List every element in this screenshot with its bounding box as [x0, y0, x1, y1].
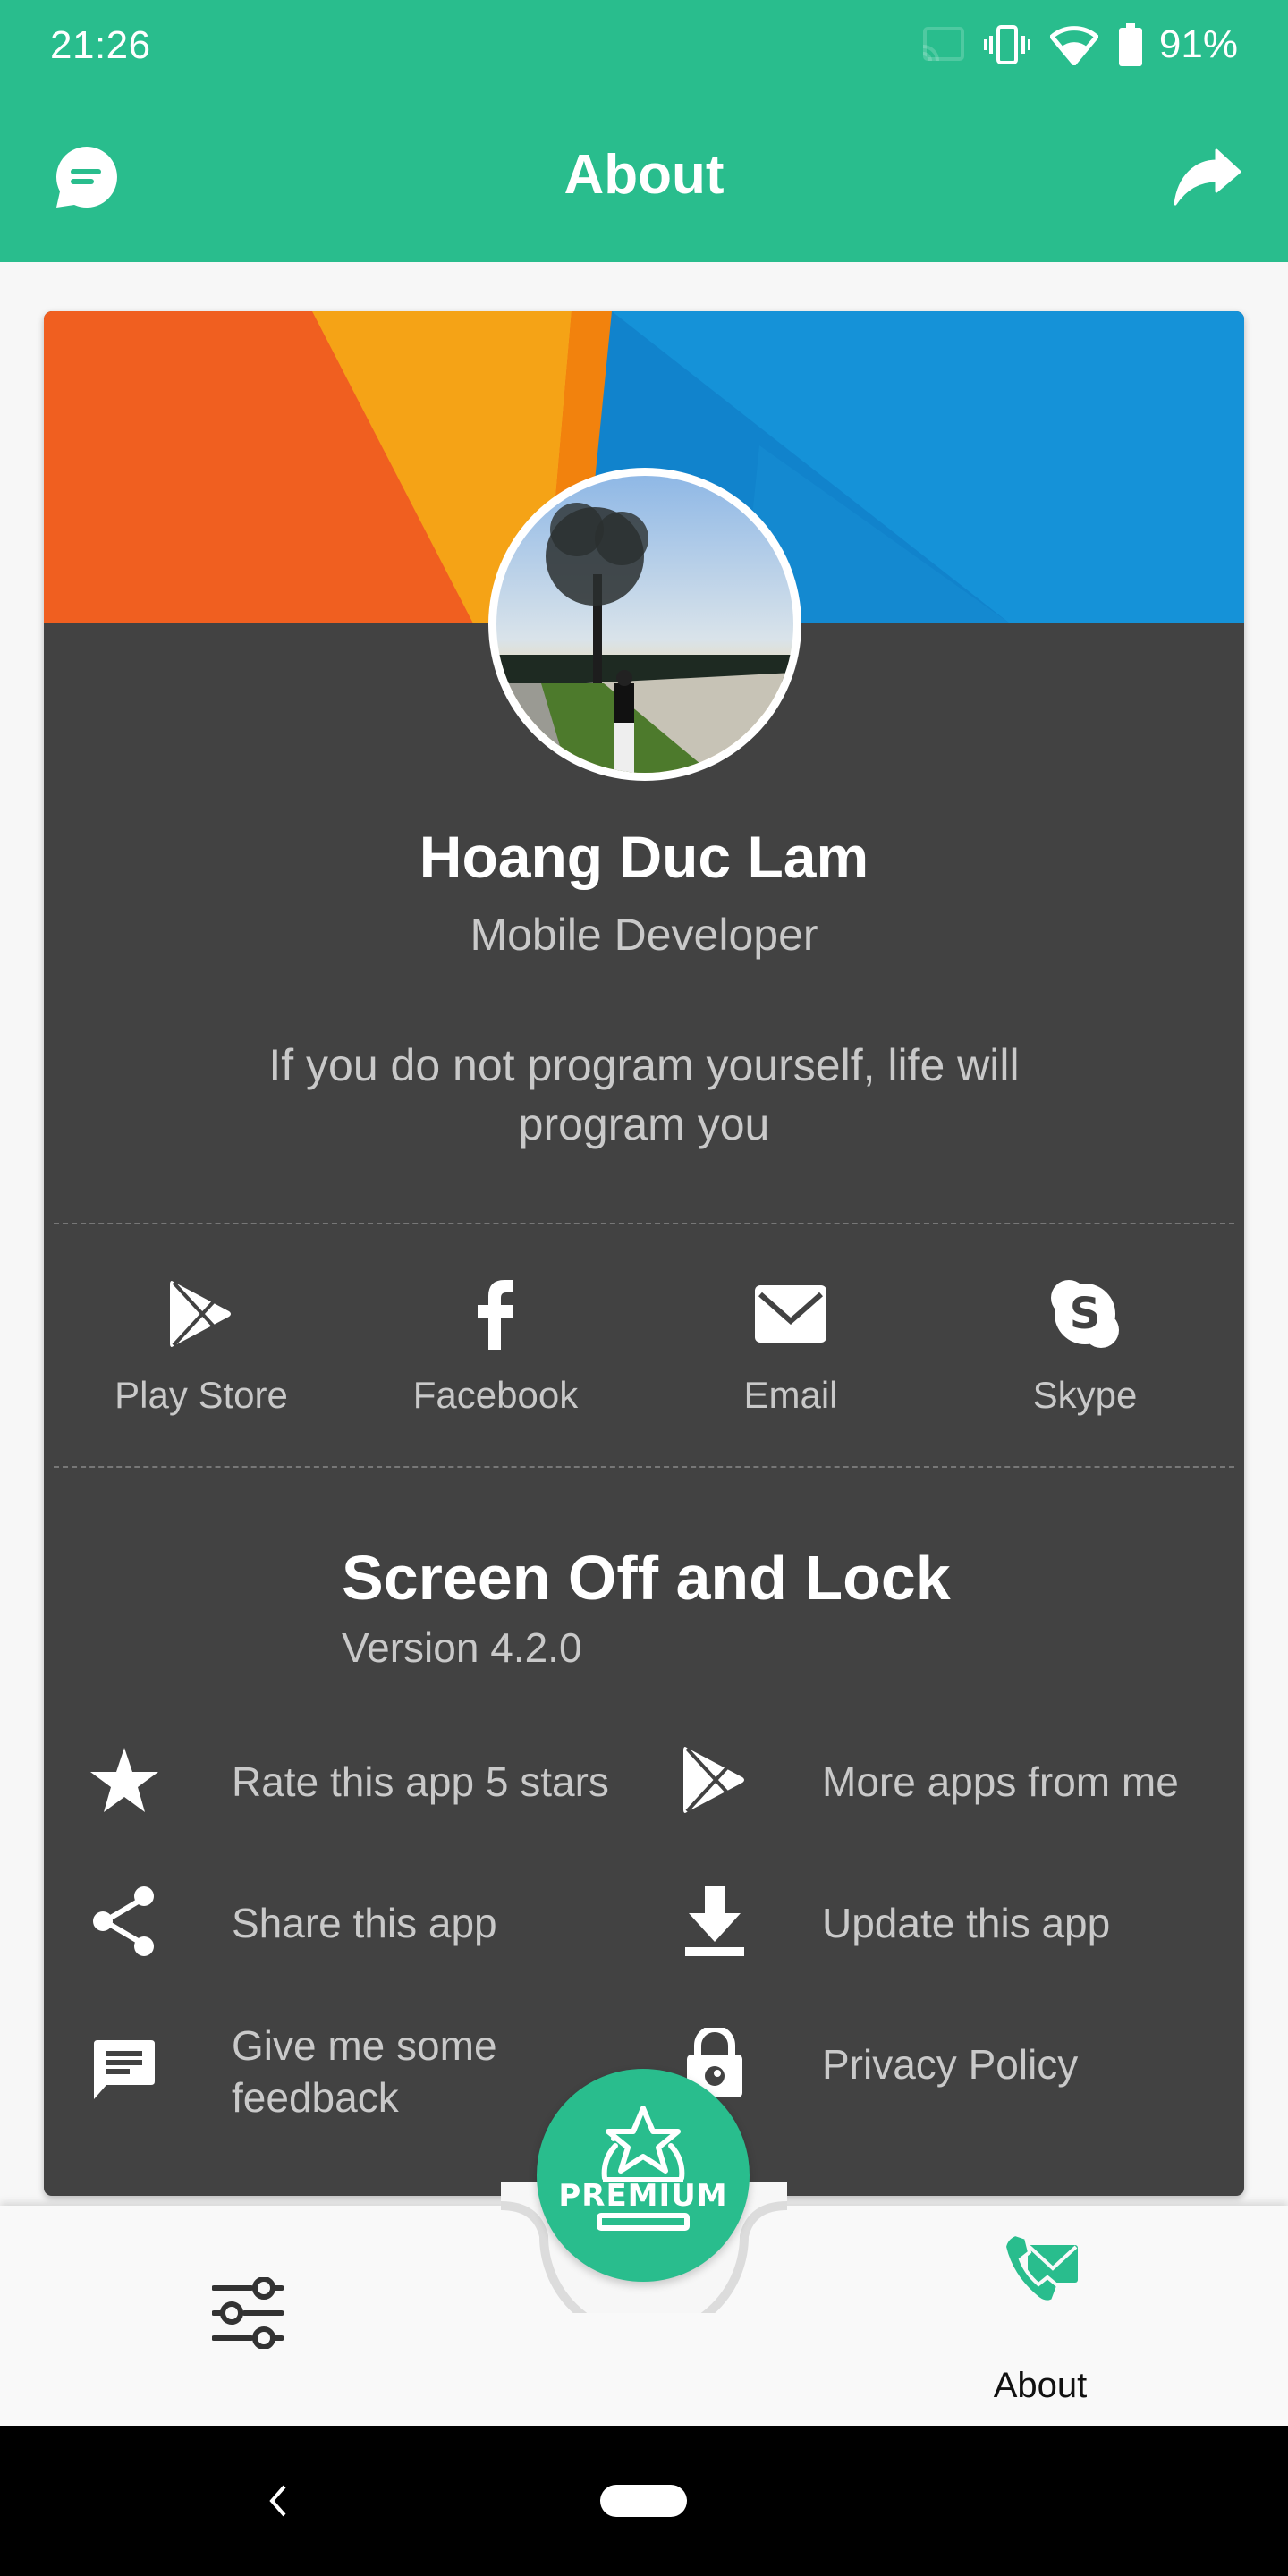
app-bar: 21:26 91% About	[0, 0, 1288, 262]
link-label: Share this app	[232, 1900, 497, 1946]
link-more-apps[interactable]: More apps from me	[670, 1737, 1224, 1826]
premium-crown-icon	[589, 2105, 698, 2243]
link-share-app[interactable]: Share this app	[80, 1878, 634, 1968]
play-store-icon	[170, 1279, 233, 1353]
share-icon	[90, 1885, 158, 1962]
battery-icon	[1118, 23, 1143, 66]
social-email[interactable]: Email	[674, 1259, 907, 1438]
app-version: Version 4.2.0	[342, 1624, 582, 1671]
divider	[54, 1223, 1234, 1224]
link-label: Privacy Policy	[822, 2041, 1079, 2088]
home-pill-button[interactable]	[600, 2485, 687, 2517]
avatar[interactable]	[488, 468, 801, 781]
social-play-store[interactable]: Play Store	[85, 1259, 318, 1438]
cast-icon	[921, 27, 964, 63]
social-label: Play Store	[114, 1374, 288, 1416]
link-rate-app[interactable]: Rate this app 5 stars	[80, 1737, 634, 1826]
social-label: Facebook	[412, 1374, 579, 1416]
link-privacy-policy[interactable]: Privacy Policy	[670, 2020, 1224, 2109]
contact-icon	[1002, 2232, 1078, 2307]
facebook-icon	[476, 1278, 515, 1354]
share-button[interactable]	[1163, 134, 1252, 224]
vibrate-icon	[983, 25, 1030, 64]
tab-about-label: About	[993, 2366, 1088, 2405]
profile-name: Hoang Duc Lam	[419, 824, 869, 890]
wifi-icon	[1049, 24, 1098, 65]
social-skype[interactable]: S Skype	[969, 1259, 1201, 1438]
app-title: Screen Off and Lock	[342, 1543, 951, 1613]
status-icons: 91%	[921, 20, 1238, 70]
back-button[interactable]	[259, 2481, 299, 2521]
star-icon	[89, 1747, 159, 1817]
social-facebook[interactable]: Facebook	[379, 1259, 612, 1438]
feedback-icon	[94, 2039, 155, 2104]
battery-percent: 91%	[1158, 22, 1238, 66]
back-chevron-icon	[259, 2485, 299, 2524]
profile-quote: If you do not program yourself, life wil…	[268, 1040, 1020, 1149]
status-time: 21:26	[50, 23, 151, 67]
social-label: Skype	[1032, 1374, 1138, 1416]
link-feedback[interactable]: Give me some feedback	[80, 2020, 634, 2123]
tab-about[interactable]: About	[915, 2224, 1165, 2411]
skype-icon: S	[1049, 1278, 1121, 1354]
link-label: Rate this app 5 stars	[232, 1758, 609, 1805]
play-store-icon	[683, 1745, 746, 1819]
page-title: About	[564, 144, 724, 206]
profile-role: Mobile Developer	[470, 910, 818, 960]
system-navigation-bar	[0, 2426, 1288, 2576]
social-label: Email	[743, 1374, 838, 1416]
download-icon	[685, 1885, 744, 1961]
premium-button[interactable]: PREMIUM	[537, 2069, 750, 2282]
link-label: Give me some feedback	[232, 2022, 497, 2121]
svg-text:S: S	[1070, 1289, 1101, 1339]
tab-settings[interactable]	[123, 2224, 373, 2411]
divider	[54, 1466, 1234, 1468]
social-links: Play Store Facebook Email S Skype	[44, 1259, 1244, 1438]
sliders-icon	[211, 2276, 284, 2353]
share-arrow-icon	[1174, 148, 1241, 210]
about-card: Hoang Duc Lam Mobile Developer If you do…	[44, 311, 1244, 2196]
email-icon	[755, 1284, 826, 1347]
link-update-app[interactable]: Update this app	[670, 1878, 1224, 1968]
link-label: Update this app	[822, 1900, 1111, 1946]
link-label: More apps from me	[822, 1758, 1179, 1805]
premium-label: PREMIUM	[558, 2178, 728, 2214]
